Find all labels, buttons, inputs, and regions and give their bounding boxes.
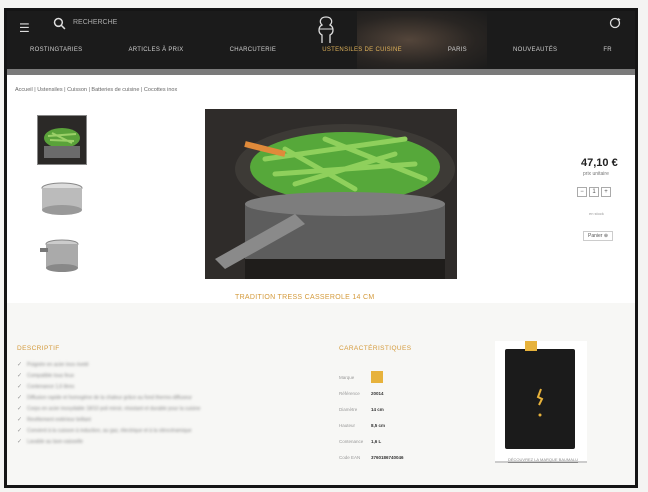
brand-link[interactable]: DÉCOUVREZ LA MARQUE BAUMALU: [497, 457, 589, 462]
spec-row: Contenance 1,6 L: [339, 438, 382, 444]
brand-tab: [525, 341, 537, 351]
main-nav: ROSTINGTARIES ARTICLES À PRIX CHARCUTERI…: [7, 47, 635, 53]
nav-item-lang[interactable]: FR: [603, 47, 612, 53]
top-header: ☰ RECHERCHE ROSTINGTARIES ARTICLES À PRI…: [7, 11, 635, 69]
thumbnail-pan[interactable]: [37, 115, 87, 165]
list-item: ✓ Corps en acier inoxydable 18/10 poli mi…: [17, 406, 201, 412]
product-price: 47,10 €: [581, 157, 618, 169]
thumbnail-list: [37, 115, 87, 289]
stock-status: en stock: [589, 211, 604, 216]
check-icon: ✓: [17, 439, 23, 445]
list-item: ✓ Lavable au lave-vaisselle: [17, 439, 83, 445]
check-icon: ✓: [17, 373, 23, 379]
spec-row: Marque: [339, 371, 404, 383]
thumbnail-insert[interactable]: [37, 231, 87, 281]
search-icon[interactable]: [53, 17, 66, 30]
nav-item-6[interactable]: NOUVEAUTÉS: [513, 47, 557, 53]
list-item: ✓ Contenance 1,6 litres: [17, 384, 75, 390]
brand-logo-icon[interactable]: [315, 15, 337, 45]
list-item: ✓ Poignée en acier inox riveté: [17, 362, 89, 368]
thumbnail-ring[interactable]: [37, 173, 87, 223]
breadcrumb[interactable]: Accueil | Ustensiles | Cuisson | Batteri…: [15, 87, 177, 93]
menu-icon[interactable]: ☰: [19, 21, 30, 35]
nav-item-5[interactable]: PARIS: [448, 47, 467, 53]
nav-item-4[interactable]: USTENSILES DE CUISINE: [322, 47, 402, 53]
feature-list: ✓ Poignée en acier inox riveté ✓ Compatibl…: [17, 362, 317, 450]
product-title: TRADITION TRESS CASSEROLE 14 CM: [235, 294, 375, 301]
add-to-cart-button[interactable]: Panier ⊕: [583, 231, 614, 241]
list-item: ✓ Revêtement extérieur brillant: [17, 417, 91, 423]
header-banner-image: [357, 11, 487, 69]
spec-row: Référence 20014: [339, 390, 384, 396]
product-main-image[interactable]: [205, 109, 457, 279]
nav-item-1[interactable]: ROSTINGTARIES: [30, 47, 82, 53]
check-icon: ✓: [17, 428, 23, 434]
brand-logo-icon[interactable]: [371, 371, 383, 383]
description-heading: DESCRIPTIF: [17, 345, 60, 352]
check-icon: ✓: [17, 395, 23, 401]
qty-value[interactable]: 1: [589, 187, 599, 197]
qty-plus-button[interactable]: +: [601, 187, 611, 197]
nav-item-3[interactable]: CHARCUTERIE: [230, 47, 277, 53]
specs-table: Marque Référence 20014 Diamètre 14 cm Haut…: [339, 371, 404, 467]
check-icon: ✓: [17, 406, 23, 412]
spec-row: Hauteur 8,5 cm: [339, 422, 386, 428]
spec-row: Code EAN 3760186740046: [339, 454, 404, 460]
page-frame: ☰ RECHERCHE ROSTINGTARIES ARTICLES À PRI…: [4, 8, 638, 488]
brand-packaging: [505, 349, 575, 449]
check-icon: ✓: [17, 384, 23, 390]
list-item: ✓ Diffusion rapide et homogène de la chal…: [17, 395, 192, 401]
nav-item-2[interactable]: ARTICLES À PRIX: [128, 47, 183, 53]
list-item: ✓ Convient à la cuisson à induction, au g…: [17, 428, 192, 434]
specs-heading: CARACTÉRISTIQUES: [339, 345, 412, 352]
check-icon: ✓: [17, 362, 23, 368]
check-icon: ✓: [17, 417, 23, 423]
price-subtext: prix unitaire: [583, 171, 609, 177]
search-input[interactable]: RECHERCHE: [73, 19, 117, 26]
sub-header-bar: [7, 69, 635, 75]
quantity-stepper: − 1 +: [577, 187, 611, 197]
account-icon[interactable]: [609, 17, 621, 29]
list-item: ✓ Compatible tous feux: [17, 373, 74, 379]
brand-image[interactable]: [495, 341, 587, 463]
spec-row: Diamètre 14 cm: [339, 406, 384, 412]
qty-minus-button[interactable]: −: [577, 187, 587, 197]
